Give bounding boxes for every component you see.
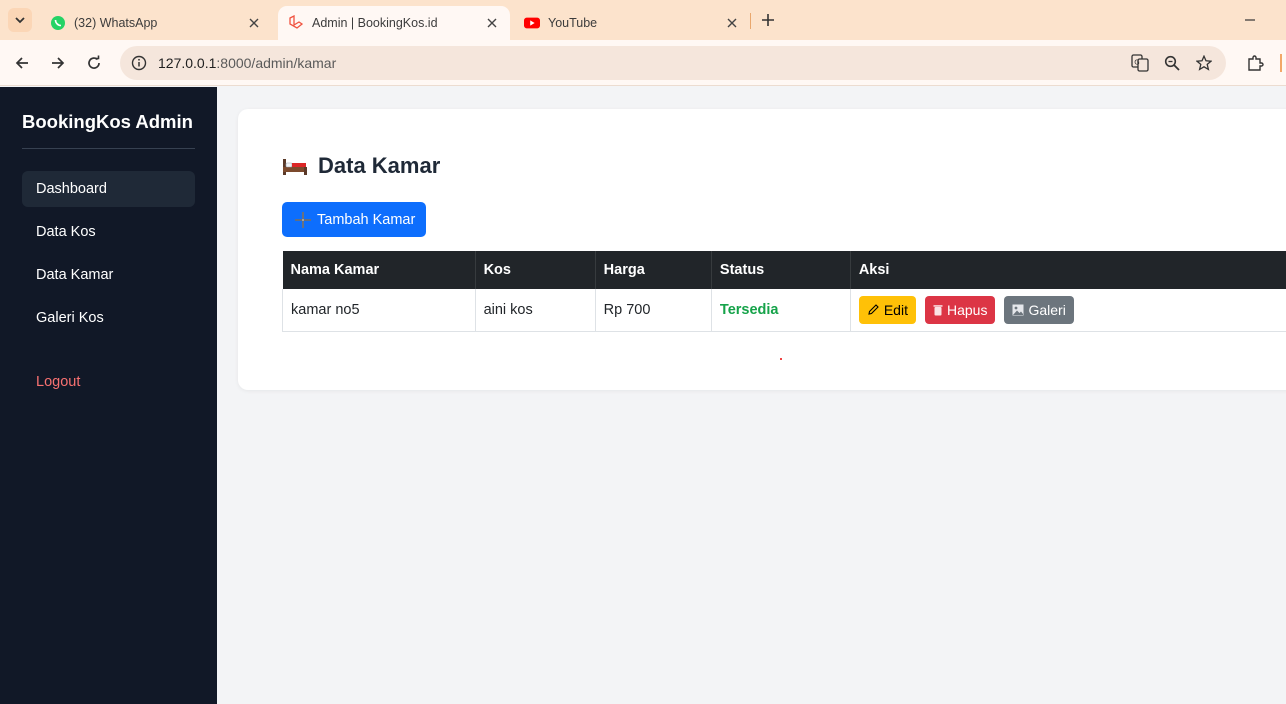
column-header-nama: Nama Kamar xyxy=(282,251,476,289)
column-header-kos: Kos xyxy=(475,251,596,289)
table-header-row: Nama Kamar Kos Harga Status Aksi xyxy=(282,251,1286,289)
cell-kos: aini kos xyxy=(475,289,596,332)
brand-title: BookingKos Admin xyxy=(22,111,193,132)
site-info-icon[interactable] xyxy=(130,54,148,72)
edit-label: Edit xyxy=(883,301,908,318)
trash-icon xyxy=(933,305,943,316)
extensions-button[interactable] xyxy=(1244,52,1266,74)
tab-whatsapp[interactable]: (32) WhatsApp xyxy=(40,6,272,40)
cell-nama: kamar no5 xyxy=(282,289,476,332)
youtube-icon xyxy=(524,15,540,31)
add-room-button[interactable]: Tambah Kamar xyxy=(282,202,426,237)
tab-separator xyxy=(750,13,751,29)
column-header-status: Status xyxy=(711,251,851,289)
reload-button[interactable] xyxy=(81,50,107,76)
reload-icon xyxy=(88,55,100,69)
minimize-button[interactable] xyxy=(1240,10,1260,30)
page-heading: Data Kamar xyxy=(318,153,441,178)
sidebar: BookingKos Admin Dashboard Data Kos Data… xyxy=(0,87,217,704)
close-icon[interactable] xyxy=(722,13,742,33)
svg-text:G: G xyxy=(1134,59,1139,67)
arrow-right-icon xyxy=(52,57,65,69)
edit-button[interactable]: Edit xyxy=(858,295,916,324)
browser-tab-strip: (32) WhatsApp Admin | BookingKos.id YouT… xyxy=(0,0,1286,40)
forward-button[interactable] xyxy=(45,50,71,76)
sidebar-item-data-kos[interactable]: Data Kos xyxy=(22,214,195,250)
rooms-table: Nama Kamar Kos Harga Status Aksi kamar n… xyxy=(282,251,1286,332)
arrow-left-icon xyxy=(15,57,28,69)
sidebar-item-galeri-kos[interactable]: Galeri Kos xyxy=(22,300,195,336)
close-icon[interactable] xyxy=(244,13,264,33)
gallery-label: Galeri xyxy=(1028,302,1066,318)
gallery-button[interactable]: Galeri xyxy=(1004,296,1074,324)
image-icon xyxy=(1012,304,1024,316)
address-bar[interactable]: 127.0.0.1:8000/admin/kamar G xyxy=(120,46,1226,80)
translate-icon[interactable]: G xyxy=(1130,53,1150,73)
whatsapp-icon xyxy=(50,15,66,31)
cell-harga: Rp 700 xyxy=(595,289,712,332)
bed-icon xyxy=(283,159,307,175)
tab-title: YouTube xyxy=(548,16,598,30)
page-title: Data Kamar xyxy=(282,153,440,179)
zoom-icon[interactable] xyxy=(1162,53,1182,73)
pagination-dot xyxy=(780,358,782,360)
bookmark-star-icon[interactable] xyxy=(1194,53,1214,73)
tab-youtube[interactable]: YouTube xyxy=(514,6,750,40)
delete-label: Hapus xyxy=(946,302,988,318)
add-room-label: Tambah Kamar xyxy=(317,211,416,228)
tab-title: (32) WhatsApp xyxy=(74,16,158,30)
puzzle-icon xyxy=(1248,55,1264,71)
plus-icon xyxy=(295,211,311,228)
pencil-icon xyxy=(868,304,879,315)
tab-search-button[interactable] xyxy=(8,8,32,32)
sidebar-item-dashboard[interactable]: Dashboard xyxy=(22,171,195,207)
status-badge: Tersedia xyxy=(711,289,851,332)
column-header-aksi: Aksi xyxy=(850,251,1286,289)
table-row: kamar no5 aini kos Rp 700 Tersedia Edit … xyxy=(282,289,1286,332)
tab-admin[interactable]: Admin | BookingKos.id xyxy=(278,6,510,40)
close-icon[interactable] xyxy=(482,13,502,33)
laravel-icon xyxy=(288,15,304,31)
url-text: 127.0.0.1:8000/admin/kamar xyxy=(158,55,337,71)
column-header-harga: Harga xyxy=(595,251,712,289)
new-tab-button[interactable] xyxy=(758,10,778,30)
minimize-icon xyxy=(1245,19,1255,21)
back-button[interactable] xyxy=(9,50,35,76)
divider xyxy=(22,148,195,149)
plus-icon xyxy=(762,14,774,26)
toolbar-edge xyxy=(1280,54,1282,72)
browser-toolbar: 127.0.0.1:8000/admin/kamar G xyxy=(0,40,1286,86)
chevron-down-icon xyxy=(15,17,25,24)
sidebar-item-data-kamar[interactable]: Data Kamar xyxy=(22,257,195,293)
delete-button[interactable]: Hapus xyxy=(924,296,996,324)
content-card: Data Kamar Tambah Kamar Nama Kamar Kos H… xyxy=(238,109,1286,390)
cell-actions: Edit Hapus Galeri xyxy=(850,289,1286,332)
logout-link[interactable]: Logout xyxy=(22,364,195,400)
tab-title: Admin | BookingKos.id xyxy=(312,16,438,30)
